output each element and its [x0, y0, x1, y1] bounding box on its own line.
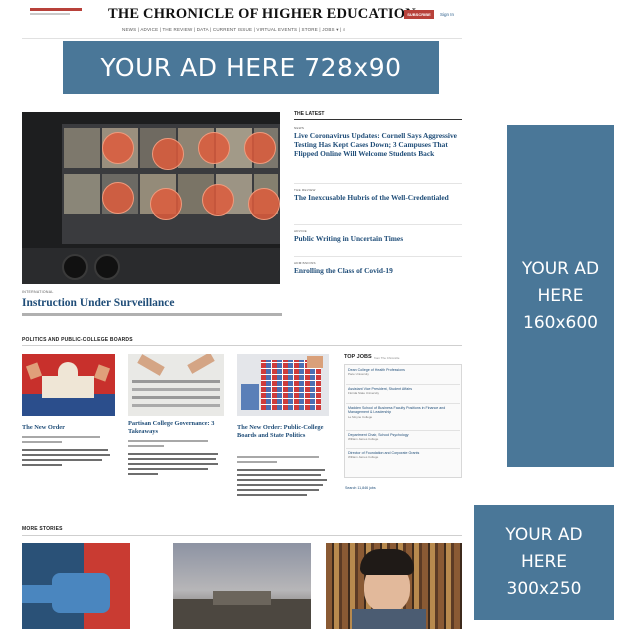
ad-text-line: HERE: [520, 552, 568, 572]
top-jobs-panel: [344, 364, 462, 478]
card-headline-link[interactable]: Partisan College Governance: 3 Takeaways: [128, 420, 228, 436]
job-employer: Pace University: [348, 372, 369, 377]
latest-item[interactable]: ADVICE Public Writing in Uncertain Times: [294, 229, 464, 243]
card-image-chart-grid[interactable]: [237, 354, 329, 416]
site-tagline: [30, 8, 90, 16]
hero-headline-link[interactable]: Instruction Under Surveillance: [22, 297, 175, 309]
chronicle-homepage: THE CHRONICLE OF HIGHER EDUCATION SUBSCR…: [12, 0, 470, 629]
card-image-capitol[interactable]: [22, 354, 115, 416]
ad-text-line: YOUR AD: [521, 258, 600, 279]
ad-text-line: HERE: [537, 285, 584, 306]
search-jobs-link[interactable]: Search 11,846 jobs: [345, 486, 376, 490]
subscribe-button[interactable]: SUBSCRIBE: [404, 10, 434, 19]
top-jobs-heading: TOP JOBS: [344, 354, 372, 360]
sign-in-link[interactable]: Sign In: [440, 10, 454, 19]
header-divider: [22, 38, 462, 39]
job-listing[interactable]: Dean College of Health Professions Pace …: [348, 368, 458, 376]
hero-image-video-call[interactable]: [22, 112, 280, 284]
section-divider: [22, 345, 462, 346]
latest-item[interactable]: NEWS Live Coronavirus Updates: Cornell S…: [294, 126, 464, 158]
story-image-campus[interactable]: [173, 543, 311, 629]
latest-headline-link[interactable]: Live Coronavirus Updates: Cornell Says A…: [294, 131, 464, 158]
speaker-graphic: [94, 254, 120, 280]
latest-item[interactable]: THE REVIEW The Inexcusable Hubris of the…: [294, 188, 464, 202]
ad-leaderboard-728x90[interactable]: YOUR AD HERE 728x90: [63, 41, 439, 94]
job-employer: Florida State University: [348, 391, 380, 396]
job-employer: William James College: [348, 437, 379, 442]
job-listing[interactable]: Assistant Vice President, Student Affair…: [348, 387, 458, 395]
card-headline-link[interactable]: The New Order: Public-College Boards and…: [237, 424, 335, 440]
latest-headline-link[interactable]: The Inexcusable Hubris of the Well-Crede…: [294, 193, 464, 202]
masthead-logo[interactable]: THE CHRONICLE OF HIGHER EDUCATION: [108, 6, 416, 23]
story-image-fist[interactable]: [22, 543, 130, 629]
ad-skyscraper-160x600[interactable]: YOUR AD HERE 160x600: [507, 125, 614, 467]
speaker-graphic: [62, 254, 88, 280]
job-employer: Le Moyne College: [348, 414, 373, 419]
monitor-screen: [62, 124, 280, 244]
job-listing[interactable]: Department Chair, School Psychology Will…: [348, 433, 458, 441]
section-divider: [22, 535, 462, 536]
latest-item[interactable]: ADMISSIONS Enrolling the Class of Covid-…: [294, 261, 464, 275]
ad-text-line: 300x250: [506, 579, 582, 599]
card-headline-link[interactable]: The New Order: [22, 424, 117, 432]
ad-text-line: YOUR AD: [505, 525, 583, 545]
job-employer: William James College: [348, 455, 379, 460]
ad-text-line: 160x600: [523, 312, 598, 333]
main-navigation[interactable]: NEWS | ADVICE | THE REVIEW | DATA | CURR…: [122, 27, 346, 33]
card-image-paper-strips[interactable]: [128, 354, 224, 416]
politics-section-heading: POLITICS AND PUBLIC-COLLEGE BOARDS: [22, 337, 133, 343]
latest-headline-link[interactable]: Public Writing in Uncertain Times: [294, 234, 464, 243]
job-listing[interactable]: Madden School of Business Faculty Positi…: [348, 406, 458, 419]
job-title-link[interactable]: Madden School of Business Faculty Positi…: [348, 406, 458, 415]
latest-heading: THE LATEST: [294, 111, 325, 117]
job-listing[interactable]: Director of Foundation and Corporate Gra…: [348, 451, 458, 459]
more-stories-heading: MORE STORIES: [22, 526, 63, 532]
ad-rectangle-300x250[interactable]: YOUR AD HERE 300x250: [474, 505, 614, 620]
hero-kicker: INTERNATIONAL: [22, 290, 54, 294]
latest-headline-link[interactable]: Enrolling the Class of Covid-19: [294, 266, 464, 275]
hero-summary-text: [22, 313, 282, 316]
story-image-portrait[interactable]: [326, 543, 462, 629]
top-jobs-source: from The Chronicle: [374, 356, 400, 360]
latest-divider: [294, 119, 462, 120]
